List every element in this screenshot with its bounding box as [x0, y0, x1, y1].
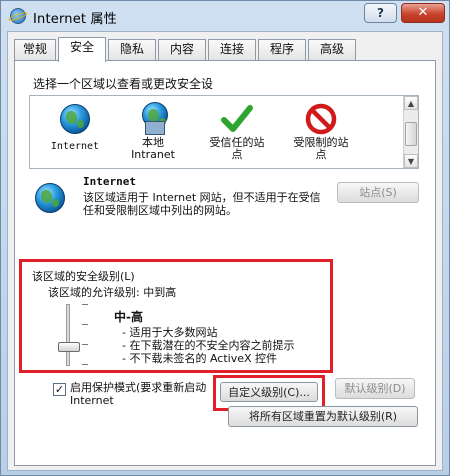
tab-security[interactable]: 安全 [58, 37, 106, 62]
zone-list: Internet 本地 Intranet 受信任的站 点 受限制的站 点 ▲ ▼ [29, 95, 419, 169]
tab-privacy[interactable]: 隐私 [108, 39, 156, 60]
level-bullet: - 在下载潜在的不安全内容之前提示 [122, 339, 295, 352]
tab-programs[interactable]: 程序 [258, 39, 306, 60]
slider-ticks [82, 302, 90, 368]
level-bullet: - 不下载未签名的 ActiveX 控件 [122, 352, 278, 365]
restricted-icon [304, 102, 338, 136]
scroll-down-arrow-icon[interactable]: ▼ [404, 154, 418, 168]
globe-icon [58, 102, 92, 136]
zone-label: Internet [50, 141, 100, 152]
scroll-up-arrow-icon[interactable]: ▲ [404, 96, 418, 110]
tab-content[interactable]: 内容 [158, 39, 206, 60]
security-level-name: 中-高 [114, 310, 143, 324]
reset-all-zones-button[interactable]: 将所有区域重置为默认级别(R) [228, 406, 418, 427]
zone-heading: 选择一个区域以查看或更改安全设 [33, 77, 214, 91]
local-intranet-icon [136, 102, 170, 136]
internet-options-icon [10, 8, 26, 24]
internet-properties-window: Internet 属性 ? ✕ 常规 安全 隐私 内容 连接 程序 高级 选择一… [0, 0, 450, 476]
zone-list-scrollbar[interactable]: ▲ ▼ [403, 96, 418, 168]
zone-local-intranet[interactable]: 本地 Intranet [114, 100, 192, 166]
dialog-body: 常规 安全 隐私 内容 连接 程序 高级 选择一个区域以查看或更改安全设 Int… [7, 31, 443, 471]
zone-internet[interactable]: Internet [36, 100, 114, 166]
custom-level-button[interactable]: 自定义级别(C)... [220, 382, 318, 402]
scroll-thumb[interactable] [405, 122, 417, 146]
tab-general[interactable]: 常规 [14, 39, 56, 60]
selected-zone-title: Internet [83, 175, 136, 188]
security-level-slider-thumb[interactable] [58, 342, 80, 352]
close-button[interactable]: ✕ [401, 3, 445, 23]
security-tab-panel: 选择一个区域以查看或更改安全设 Internet 本地 Intranet 受信任… [14, 60, 436, 466]
level-bullet: - 适用于大多数网站 [122, 326, 218, 339]
tab-advanced[interactable]: 高级 [308, 39, 356, 60]
security-level-description: - 适用于大多数网站 - 在下载潜在的不安全内容之前提示 - 不下载未签名的 A… [122, 326, 294, 365]
zone-trusted-sites[interactable]: 受信任的站 点 [198, 100, 276, 166]
protected-mode-label[interactable]: 启用保护模式(要求重新启动 Internet [70, 381, 220, 407]
sites-button[interactable]: 站点(S) [337, 182, 419, 203]
allowed-levels-text: 该区域的允许级别: 中到高 [48, 286, 177, 299]
security-level-slider[interactable] [66, 304, 70, 366]
window-title: Internet 属性 [33, 12, 117, 27]
title-bar[interactable]: Internet 属性 ? ✕ [1, 1, 449, 31]
help-button[interactable]: ? [364, 3, 397, 23]
security-level-title: 该区域的安全级别(L) [32, 270, 135, 283]
security-level-group: 该区域的安全级别(L) 该区域的允许级别: 中到高 中-高 - 适用于大多数网站… [19, 259, 333, 373]
zone-label: 受信任的站 点 [209, 136, 265, 161]
globe-icon [33, 181, 67, 215]
protected-mode-checkbox[interactable]: ✓ [53, 383, 66, 396]
zone-restricted-sites[interactable]: 受限制的站 点 [282, 100, 360, 166]
tab-connections[interactable]: 连接 [208, 39, 256, 60]
zone-label: 受限制的站 点 [293, 136, 349, 161]
zone-label: 本地 Intranet [131, 136, 175, 161]
default-level-button[interactable]: 默认级别(D) [335, 378, 415, 399]
checkmark-icon [220, 102, 254, 136]
selected-zone-description: 该区域适用于 Internet 网站，但不适用于在受信任和受限制区域中列出的网站… [83, 191, 321, 217]
